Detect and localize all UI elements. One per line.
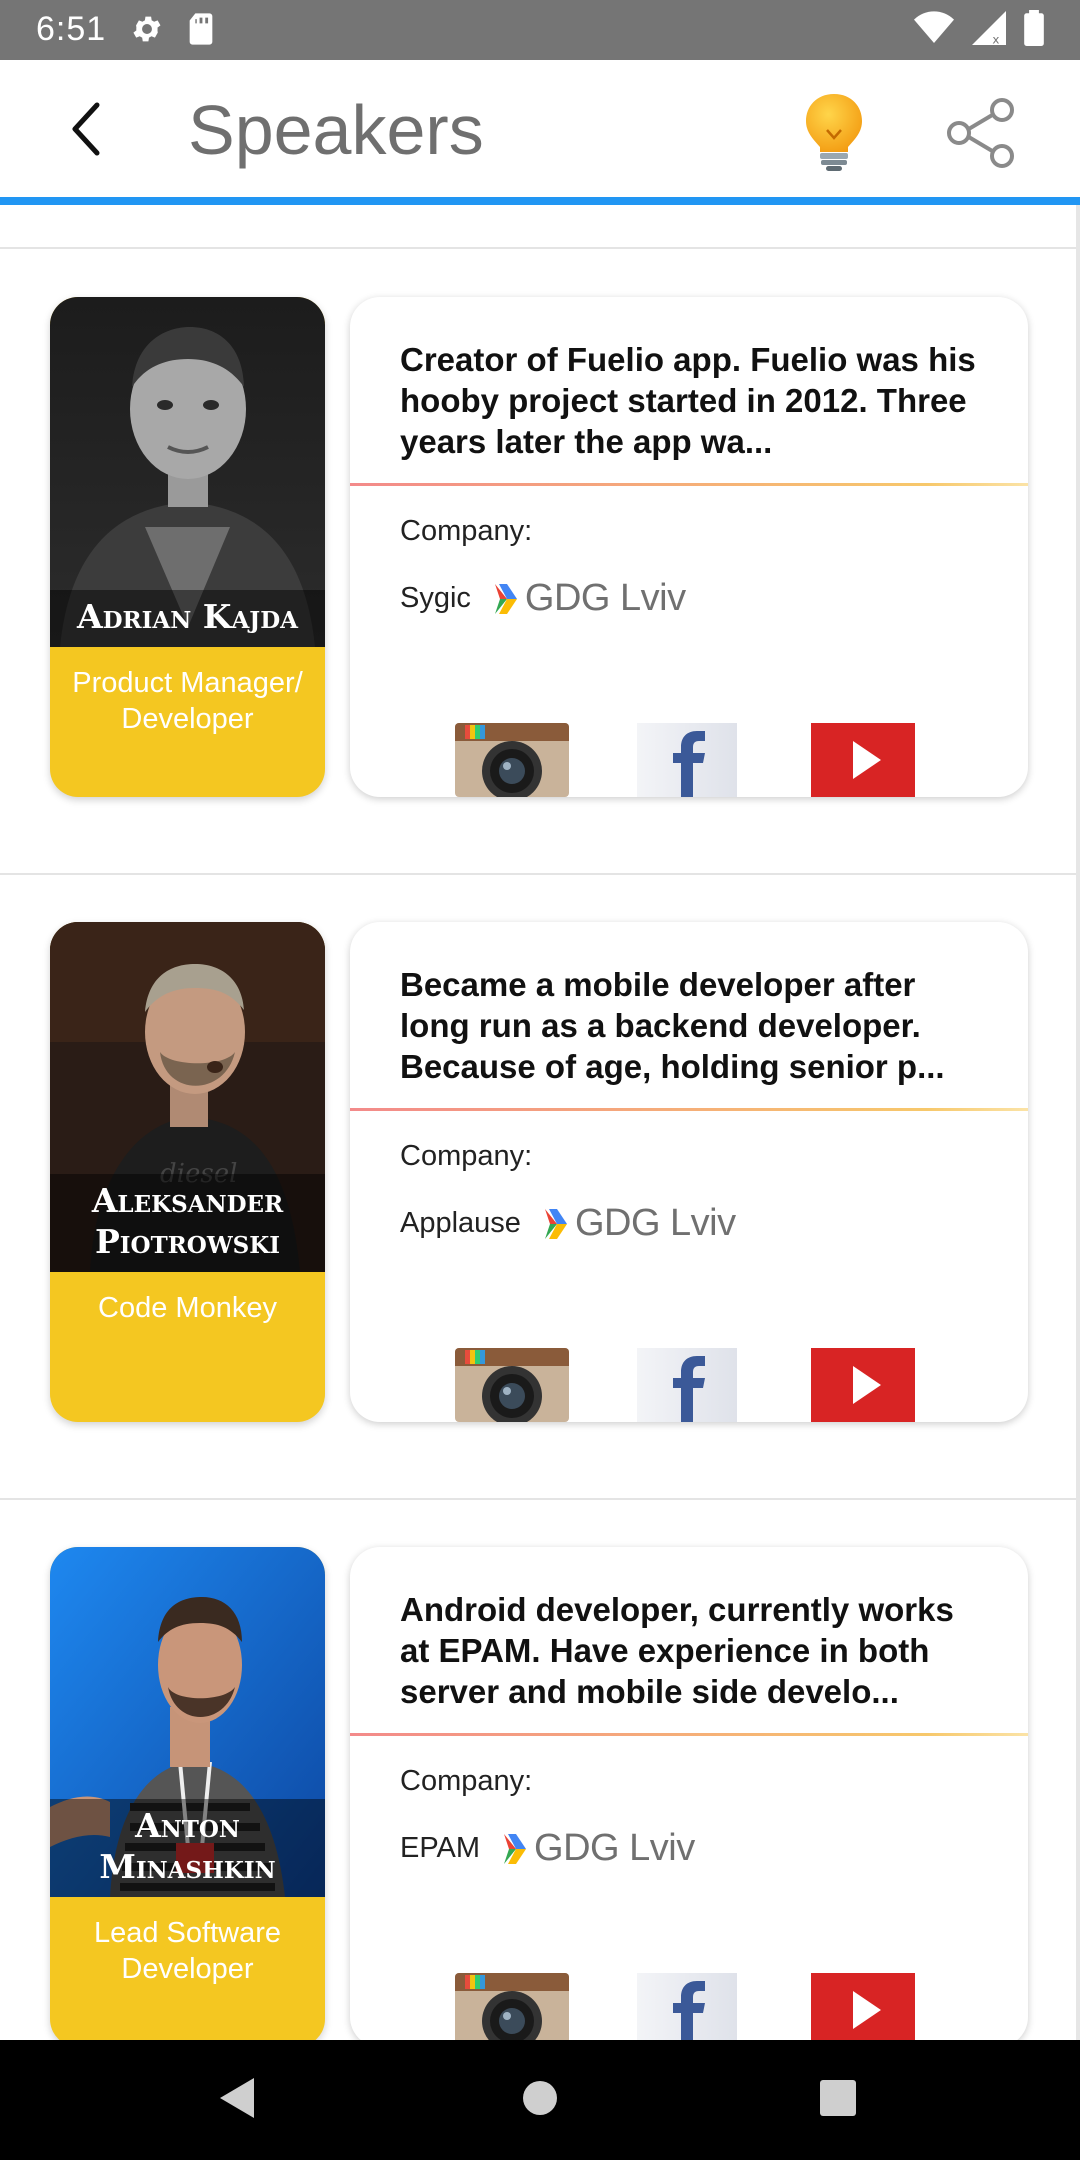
square-recents-icon (818, 2078, 858, 2123)
instagram-icon (455, 1348, 569, 1422)
speaker-role: Code Monkey (98, 1292, 277, 1324)
arrow-left-icon (67, 101, 107, 162)
triangle-back-icon (218, 2076, 258, 2125)
facebook-icon (637, 723, 737, 797)
instagram-button[interactable] (455, 723, 569, 797)
company-name: EPAM (400, 1832, 481, 1864)
lightbulb-icon (798, 94, 870, 178)
speaker-info-card[interactable]: Became a mobile developer after long run… (350, 922, 1028, 1422)
card-separator (350, 483, 1028, 486)
scroll-edge (1076, 205, 1080, 2040)
youtube-button[interactable] (811, 723, 915, 797)
card-separator (350, 1108, 1028, 1111)
idea-button[interactable] (798, 90, 870, 174)
speaker-photo-card[interactable]: Adrian Kajda Product Manager/ Developer (50, 297, 325, 797)
company-name: Sygic (400, 582, 471, 614)
speaker-item[interactable]: diesel Aleksander Piotrowski Code Monkey… (0, 922, 1080, 1422)
youtube-button[interactable] (811, 1348, 915, 1422)
nav-back-button[interactable] (208, 2070, 268, 2130)
company-label: Company: (400, 1140, 533, 1172)
speaker-info-card[interactable]: Creator of Fuelio app. Fuelio was his ho… (350, 297, 1028, 797)
system-nav-bar (0, 2040, 1080, 2160)
battery-icon (1024, 10, 1044, 51)
speaker-bio: Became a mobile developer after long run… (400, 966, 945, 1085)
gdg-lviv-logo: GDG Lviv (502, 1827, 695, 1870)
instagram-icon (455, 723, 569, 797)
speaker-info-card[interactable]: Android developer, currently works at EP… (350, 1547, 1028, 2040)
youtube-icon (811, 723, 915, 797)
speaker-name: Aleksander Piotrowski (50, 1174, 325, 1272)
svg-text:x: x (992, 32, 999, 45)
speaker-photo: Adrian Kajda (50, 297, 325, 647)
list-divider (0, 873, 1080, 875)
page-title: Speakers (188, 91, 484, 169)
speaker-item[interactable]: Anton Minashkin Lead Software Developer … (0, 1547, 1080, 2040)
company-label: Company: (400, 515, 533, 547)
circle-home-icon (520, 2078, 560, 2123)
status-time: 6:51 (36, 10, 107, 48)
facebook-button[interactable] (637, 1973, 737, 2040)
speaker-photo: Anton Minashkin (50, 1547, 325, 1897)
speakers-list[interactable]: Adrian Kajda Product Manager/ Developer … (0, 205, 1080, 2040)
instagram-button[interactable] (455, 1973, 569, 2040)
speaker-item[interactable]: Adrian Kajda Product Manager/ Developer … (0, 297, 1080, 797)
share-icon (944, 98, 1018, 174)
speaker-bio: Android developer, currently works at EP… (400, 1591, 954, 1710)
speaker-photo: diesel Aleksander Piotrowski (50, 922, 325, 1272)
sd-card-status-icon (186, 12, 216, 51)
wifi-icon (914, 11, 954, 50)
list-divider (0, 247, 1080, 249)
share-button[interactable] (944, 96, 1018, 170)
speaker-photo-card[interactable]: Anton Minashkin Lead Software Developer (50, 1547, 325, 2040)
app-bar: Speakers (0, 60, 1080, 200)
settings-status-icon (130, 12, 164, 51)
gdg-chevron-icon (544, 1208, 567, 1239)
company-name: Applause (400, 1207, 521, 1239)
youtube-icon (811, 1348, 915, 1422)
back-button[interactable] (52, 96, 122, 166)
status-bar: 6:51 x (0, 0, 1080, 60)
gdg-chevron-icon (504, 1833, 527, 1864)
nav-home-button[interactable] (510, 2070, 570, 2130)
speaker-role: Lead Software Developer (93, 1917, 281, 1985)
youtube-button[interactable] (811, 1973, 915, 2040)
app-bar-accent-line (0, 197, 1080, 205)
list-divider (0, 1498, 1080, 1500)
facebook-button[interactable] (637, 723, 737, 797)
card-separator (350, 1733, 1028, 1736)
cell-signal-icon: x (972, 11, 1006, 50)
nav-recents-button[interactable] (808, 2070, 868, 2130)
speaker-bio: Creator of Fuelio app. Fuelio was his ho… (400, 341, 976, 460)
speaker-role: Product Manager/ Developer (72, 667, 303, 735)
company-label: Company: (400, 1765, 533, 1797)
facebook-icon (637, 1348, 737, 1422)
speaker-name: Adrian Kajda (50, 590, 325, 647)
instagram-button[interactable] (455, 1348, 569, 1422)
speaker-name: Anton Minashkin (50, 1799, 325, 1897)
facebook-button[interactable] (637, 1348, 737, 1422)
gdg-chevron-icon (494, 583, 517, 614)
gdg-lviv-logo: GDG Lviv (543, 1202, 736, 1245)
speaker-photo-card[interactable]: diesel Aleksander Piotrowski Code Monkey (50, 922, 325, 1422)
gdg-lviv-logo: GDG Lviv (493, 577, 686, 620)
